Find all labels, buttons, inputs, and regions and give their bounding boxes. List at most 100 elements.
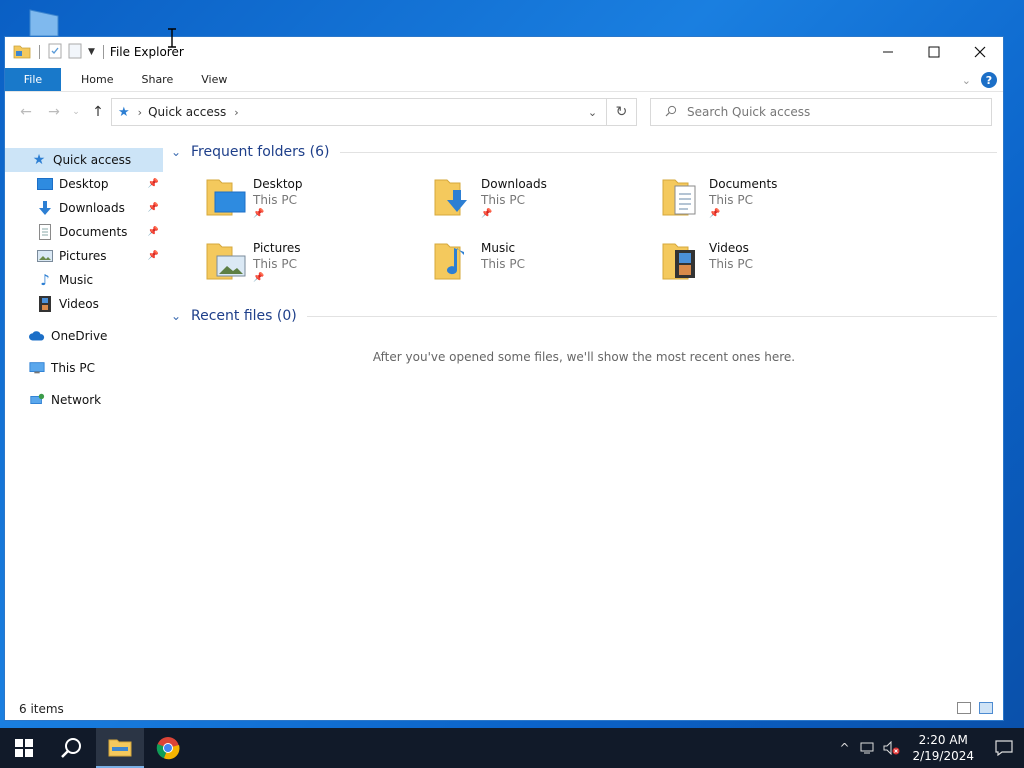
chrome-icon [156, 737, 180, 760]
desktop-recycle-bin-icon[interactable] [28, 8, 62, 37]
search-input[interactable]: Search Quick access [650, 98, 992, 126]
pin-icon: 📌 [253, 209, 265, 219]
quick-access-toolbar: ▼ [5, 43, 106, 62]
refresh-button[interactable]: ↻ [607, 98, 637, 126]
item-count: 6 items [19, 702, 64, 716]
documents-folder-icon [661, 172, 703, 220]
volume-muted-icon[interactable] [880, 728, 904, 768]
taskbar-file-explorer[interactable] [96, 728, 144, 768]
tab-share[interactable]: Share [127, 68, 187, 91]
frequent-folders-title: Frequent folders (6) [191, 144, 330, 160]
sidebar-item-quick-access[interactable]: ★ Quick access [5, 148, 163, 172]
start-button[interactable] [0, 728, 48, 768]
minimize-button[interactable] [865, 37, 911, 67]
breadcrumb-separator-icon[interactable]: › [138, 106, 142, 119]
properties-icon[interactable] [48, 43, 62, 62]
folder-name: Desktop [253, 177, 303, 191]
desktop-icon [37, 176, 53, 192]
music-note-icon: ♪ [40, 271, 50, 289]
search-icon [665, 105, 677, 120]
frequent-folders-header[interactable]: ⌄ Frequent folders (6) [171, 140, 997, 164]
search-placeholder: Search Quick access [687, 105, 811, 119]
sidebar-item-label: Downloads [59, 201, 125, 215]
details-view-icon[interactable] [957, 702, 971, 714]
recent-locations-chevron-icon[interactable]: ⌄ [71, 101, 81, 123]
pin-icon: 📌 [147, 251, 159, 261]
taskbar-chrome[interactable] [144, 728, 192, 768]
sidebar-item-pictures[interactable]: Pictures 📌 [5, 244, 163, 268]
header-divider [339, 151, 997, 153]
collapse-chevron-icon[interactable]: ⌄ [171, 145, 187, 159]
refresh-icon: ↻ [615, 104, 628, 120]
content-pane: ⌄ Frequent folders (6) Desktop This PC 📌 [171, 140, 997, 364]
sidebar-item-label: OneDrive [51, 329, 108, 343]
windows-logo-icon [15, 739, 33, 757]
pin-icon: 📌 [709, 209, 721, 219]
sidebar-item-desktop[interactable]: Desktop 📌 [5, 172, 163, 196]
sidebar-item-label: Network [51, 393, 102, 407]
folder-tile-downloads[interactable]: Downloads This PC 📌 [433, 172, 661, 236]
folder-tile-videos[interactable]: Videos This PC [661, 236, 889, 300]
breadcrumb-separator-icon-2[interactable]: › [234, 106, 238, 119]
tab-view[interactable]: View [187, 68, 241, 91]
folder-tile-documents[interactable]: Documents This PC 📌 [661, 172, 889, 236]
recent-files-header[interactable]: ⌄ Recent files (0) [171, 304, 997, 328]
tab-file[interactable]: File [5, 68, 61, 91]
collapse-chevron-icon[interactable]: ⌄ [171, 309, 187, 323]
sidebar-item-network[interactable]: Network [5, 388, 163, 412]
folder-location: This PC [253, 257, 297, 271]
quick-access-star-icon: ★ [32, 152, 46, 168]
folder-name: Videos [709, 241, 749, 255]
sidebar-item-videos[interactable]: Videos [5, 292, 163, 316]
folder-location: This PC [481, 257, 525, 271]
title-bar: ▼ File Explorer [5, 37, 1003, 67]
action-center-button[interactable] [984, 728, 1024, 768]
show-hidden-icons-chevron-icon[interactable]: ^ [832, 728, 856, 768]
folder-location: This PC [481, 193, 525, 207]
sidebar-item-label: Pictures [59, 249, 107, 263]
expand-ribbon-chevron-icon[interactable]: ⌄ [962, 74, 971, 87]
sidebar-item-label: Documents [59, 225, 128, 239]
folder-tile-pictures[interactable]: Pictures This PC 📌 [205, 236, 433, 300]
system-tray: ^ 2:20 AM 2/19/2024 [832, 728, 1024, 768]
up-arrow-icon[interactable]: ↑ [87, 101, 109, 123]
close-button[interactable] [957, 37, 1003, 67]
clock[interactable]: 2:20 AM 2/19/2024 [912, 732, 974, 764]
customize-qat-chevron-icon[interactable]: ▼ [88, 47, 95, 57]
folder-tile-music[interactable]: Music This PC [433, 236, 661, 300]
sidebar-item-documents[interactable]: Documents 📌 [5, 220, 163, 244]
forward-arrow-icon[interactable]: → [43, 101, 65, 123]
frequent-folders-grid: Desktop This PC 📌 Downloads This PC 📌 Do… [171, 172, 997, 300]
taskbar-search-icon [61, 738, 81, 758]
folder-name: Documents [709, 177, 778, 191]
explorer-folder-icon[interactable] [13, 43, 31, 62]
download-arrow-icon [37, 200, 53, 216]
sidebar-item-downloads[interactable]: Downloads 📌 [5, 196, 163, 220]
address-dropdown-chevron-icon[interactable]: ⌄ [578, 99, 606, 125]
sidebar-item-onedrive[interactable]: OneDrive [5, 324, 163, 348]
address-bar[interactable]: ★ › Quick access › ⌄ [111, 98, 607, 126]
maximize-button[interactable] [911, 37, 957, 67]
breadcrumb-quick-access[interactable]: Quick access [148, 105, 226, 119]
folder-location: This PC [709, 193, 753, 207]
sidebar-item-label: Desktop [59, 177, 109, 191]
folder-location: This PC [253, 193, 297, 207]
cursor-ibeam-icon [167, 28, 177, 48]
back-arrow-icon[interactable]: ← [15, 101, 37, 123]
file-explorer-icon [108, 739, 132, 757]
network-status-icon[interactable] [856, 728, 880, 768]
new-folder-icon[interactable] [68, 43, 82, 62]
help-icon[interactable]: ? [981, 72, 997, 88]
search-button[interactable] [48, 728, 96, 768]
navigation-bar: ← → ⌄ ↑ ★ › Quick access › ⌄ ↻ Search Qu… [5, 96, 1003, 128]
ribbon-tabs: File Home Share View ⌄ ? [5, 68, 1003, 92]
qat-separator [39, 45, 40, 59]
sidebar-item-music[interactable]: ♪ Music [5, 268, 163, 292]
folder-tile-desktop[interactable]: Desktop This PC 📌 [205, 172, 433, 236]
tab-home[interactable]: Home [67, 68, 127, 91]
large-icons-view-icon[interactable] [979, 702, 993, 714]
folder-name: Pictures [253, 241, 301, 255]
sidebar-item-this-pc[interactable]: This PC [5, 356, 163, 380]
